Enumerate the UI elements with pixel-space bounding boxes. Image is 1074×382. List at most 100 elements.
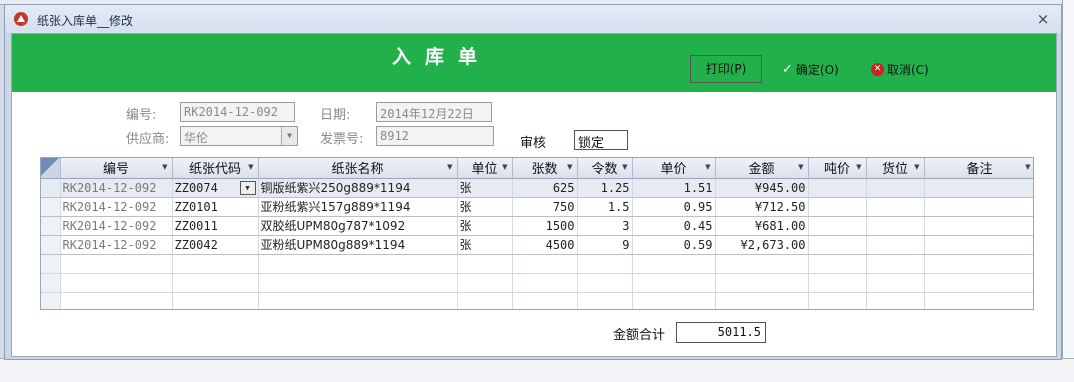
cell-sheets[interactable]: 750 bbox=[512, 197, 578, 217]
cell-paper-name[interactable]: 亚粉纸紫兴157g889*1194 bbox=[258, 197, 458, 217]
column-header[interactable]: 纸张名称 ▼ bbox=[258, 158, 458, 179]
cell-paper-code[interactable]: ZZ0074 ▼ bbox=[172, 178, 259, 198]
cell-ton-price[interactable] bbox=[808, 235, 867, 255]
cell-reams[interactable]: 1.25 bbox=[577, 178, 633, 198]
cell-unit-price[interactable]: 1.51 bbox=[632, 178, 716, 198]
cell-paper-name[interactable]: 亚粉纸UPM80g889*1194 bbox=[258, 235, 458, 255]
cell-number[interactable]: RK2014-12-092 bbox=[60, 216, 173, 236]
cell-sheets[interactable]: 4500 bbox=[512, 235, 578, 255]
cell-paper-name[interactable]: 双胶纸UPM80g787*1092 bbox=[258, 216, 458, 236]
cell-paper-code[interactable]: ZZ0042 bbox=[172, 235, 259, 255]
cell-remark[interactable] bbox=[924, 178, 1033, 198]
chevron-down-icon[interactable]: ▼ bbox=[239, 180, 256, 195]
cell-paper-code[interactable]: ZZ0101 bbox=[172, 197, 259, 217]
row-selector[interactable] bbox=[41, 178, 61, 198]
column-header[interactable]: 金额 ▼ bbox=[715, 158, 809, 179]
column-header[interactable]: 编号 ▼ bbox=[60, 158, 173, 179]
cell-remark[interactable] bbox=[924, 216, 1033, 236]
cell-ton-price[interactable] bbox=[808, 197, 867, 217]
cell-reams[interactable]: 9 bbox=[577, 235, 633, 255]
print-button[interactable]: 打印(P) bbox=[690, 55, 762, 83]
cell-ton-price[interactable] bbox=[808, 216, 867, 236]
cell-amount[interactable]: ¥681.00 bbox=[715, 216, 809, 236]
header-band: 入库单 打印(P) ✓ 确定(O) ✕ 取消(C) bbox=[12, 34, 1056, 92]
cell-reams[interactable]: 1.5 bbox=[577, 197, 633, 217]
table-row[interactable]: RK2014-12-092 ZZ0074 ▼ 铜版纸紫兴250g889*1194 … bbox=[41, 178, 1033, 198]
empty-row[interactable] bbox=[41, 254, 1033, 274]
cell-remark[interactable] bbox=[924, 197, 1033, 217]
date-label: 日期: bbox=[320, 108, 351, 123]
column-header[interactable]: 货位 ▼ bbox=[866, 158, 925, 179]
select-all-corner[interactable] bbox=[41, 158, 61, 179]
background-app-scrollbar bbox=[1062, 0, 1074, 382]
cell-amount[interactable]: ¥2,673.00 bbox=[715, 235, 809, 255]
audit-label: 审核 bbox=[520, 136, 547, 151]
cell-amount[interactable]: ¥945.00 bbox=[715, 178, 809, 198]
cell-unit-price[interactable]: 0.59 bbox=[632, 235, 716, 255]
cell-unit-price[interactable]: 0.45 bbox=[632, 216, 716, 236]
table-row[interactable]: RK2014-12-092 ZZ0011 双胶纸UPM80g787*1092 张… bbox=[41, 216, 1033, 236]
sort-dropdown-icon: ▼ bbox=[856, 163, 862, 171]
table-row[interactable]: RK2014-12-092 ZZ0101 亚粉纸紫兴157g889*1194 张… bbox=[41, 197, 1033, 217]
sort-dropdown-icon: ▼ bbox=[567, 163, 573, 171]
window-title: 纸张入库单__修改 bbox=[37, 14, 134, 28]
page-title: 入库单 bbox=[392, 46, 492, 68]
cell-location[interactable] bbox=[866, 216, 925, 236]
column-header[interactable]: 令数 ▼ bbox=[577, 158, 633, 179]
confirm-label: 确定(O) bbox=[795, 63, 839, 77]
cancel-button[interactable]: ✕ 取消(C) bbox=[871, 61, 929, 78]
row-selector[interactable] bbox=[41, 216, 61, 236]
background-app-records bbox=[0, 358, 1074, 382]
total-field: 5011.5 bbox=[676, 322, 766, 343]
sort-dropdown-icon: ▼ bbox=[622, 163, 628, 171]
cancel-x-icon: ✕ bbox=[871, 63, 884, 76]
cell-number[interactable]: RK2014-12-092 bbox=[60, 235, 173, 255]
cell-unit[interactable]: 张 bbox=[457, 197, 513, 217]
cell-paper-code[interactable]: ZZ0011 bbox=[172, 216, 259, 236]
cell-reams[interactable]: 3 bbox=[577, 216, 633, 236]
invoice-field[interactable]: 8912 bbox=[376, 126, 494, 146]
supplier-value: 华伦 bbox=[184, 131, 209, 145]
column-header[interactable]: 吨价 ▼ bbox=[808, 158, 867, 179]
cell-unit[interactable]: 张 bbox=[457, 216, 513, 236]
chevron-down-icon[interactable]: ▼ bbox=[281, 127, 297, 145]
date-field[interactable]: 2014年12月22日 bbox=[376, 102, 492, 122]
cell-number[interactable]: RK2014-12-092 bbox=[60, 178, 173, 198]
row-selector[interactable] bbox=[41, 235, 61, 255]
cell-amount[interactable]: ¥712.50 bbox=[715, 197, 809, 217]
sort-dropdown-icon: ▼ bbox=[798, 163, 804, 171]
cell-location[interactable] bbox=[866, 178, 925, 198]
column-header[interactable]: 备注 ▼ bbox=[924, 158, 1033, 179]
column-header[interactable]: 张数 ▼ bbox=[512, 158, 578, 179]
cell-unit-price[interactable]: 0.95 bbox=[632, 197, 716, 217]
total-label: 金额合计 bbox=[613, 328, 666, 343]
cell-sheets[interactable]: 625 bbox=[512, 178, 578, 198]
cell-location[interactable] bbox=[866, 197, 925, 217]
form-content: 入库单 打印(P) ✓ 确定(O) ✕ 取消(C) 编号: RK2014-12-… bbox=[11, 33, 1057, 357]
title-bar: 纸张入库单__修改 × bbox=[5, 5, 1061, 33]
cell-location[interactable] bbox=[866, 235, 925, 255]
supplier-label: 供应商: bbox=[126, 132, 170, 147]
cell-number[interactable]: RK2014-12-092 bbox=[60, 197, 173, 217]
column-header[interactable]: 单价 ▼ bbox=[632, 158, 716, 179]
supplier-select[interactable]: 华伦 ▼ bbox=[180, 126, 298, 146]
sort-dropdown-icon: ▼ bbox=[705, 163, 711, 171]
cell-paper-name[interactable]: 铜版纸紫兴250g889*1194 bbox=[258, 178, 458, 198]
sort-dropdown-icon: ▼ bbox=[162, 163, 168, 171]
cell-unit[interactable]: 张 bbox=[457, 235, 513, 255]
cell-remark[interactable] bbox=[924, 235, 1033, 255]
empty-row[interactable] bbox=[41, 292, 1033, 309]
empty-row[interactable] bbox=[41, 273, 1033, 293]
sort-dropdown-icon: ▼ bbox=[447, 163, 453, 171]
confirm-button[interactable]: ✓ 确定(O) bbox=[782, 61, 839, 78]
close-button[interactable]: × bbox=[1033, 9, 1053, 29]
cell-unit[interactable]: 张 bbox=[457, 178, 513, 198]
audit-field[interactable]: 锁定 bbox=[574, 130, 628, 151]
column-header[interactable]: 单位 ▼ bbox=[457, 158, 513, 179]
number-field[interactable]: RK2014-12-092 bbox=[180, 102, 295, 122]
cell-ton-price[interactable] bbox=[808, 178, 867, 198]
row-selector[interactable] bbox=[41, 197, 61, 217]
table-row[interactable]: RK2014-12-092 ZZ0042 亚粉纸UPM80g889*1194 张… bbox=[41, 235, 1033, 255]
column-header[interactable]: 纸张代码 ▼ bbox=[172, 158, 259, 179]
cell-sheets[interactable]: 1500 bbox=[512, 216, 578, 236]
